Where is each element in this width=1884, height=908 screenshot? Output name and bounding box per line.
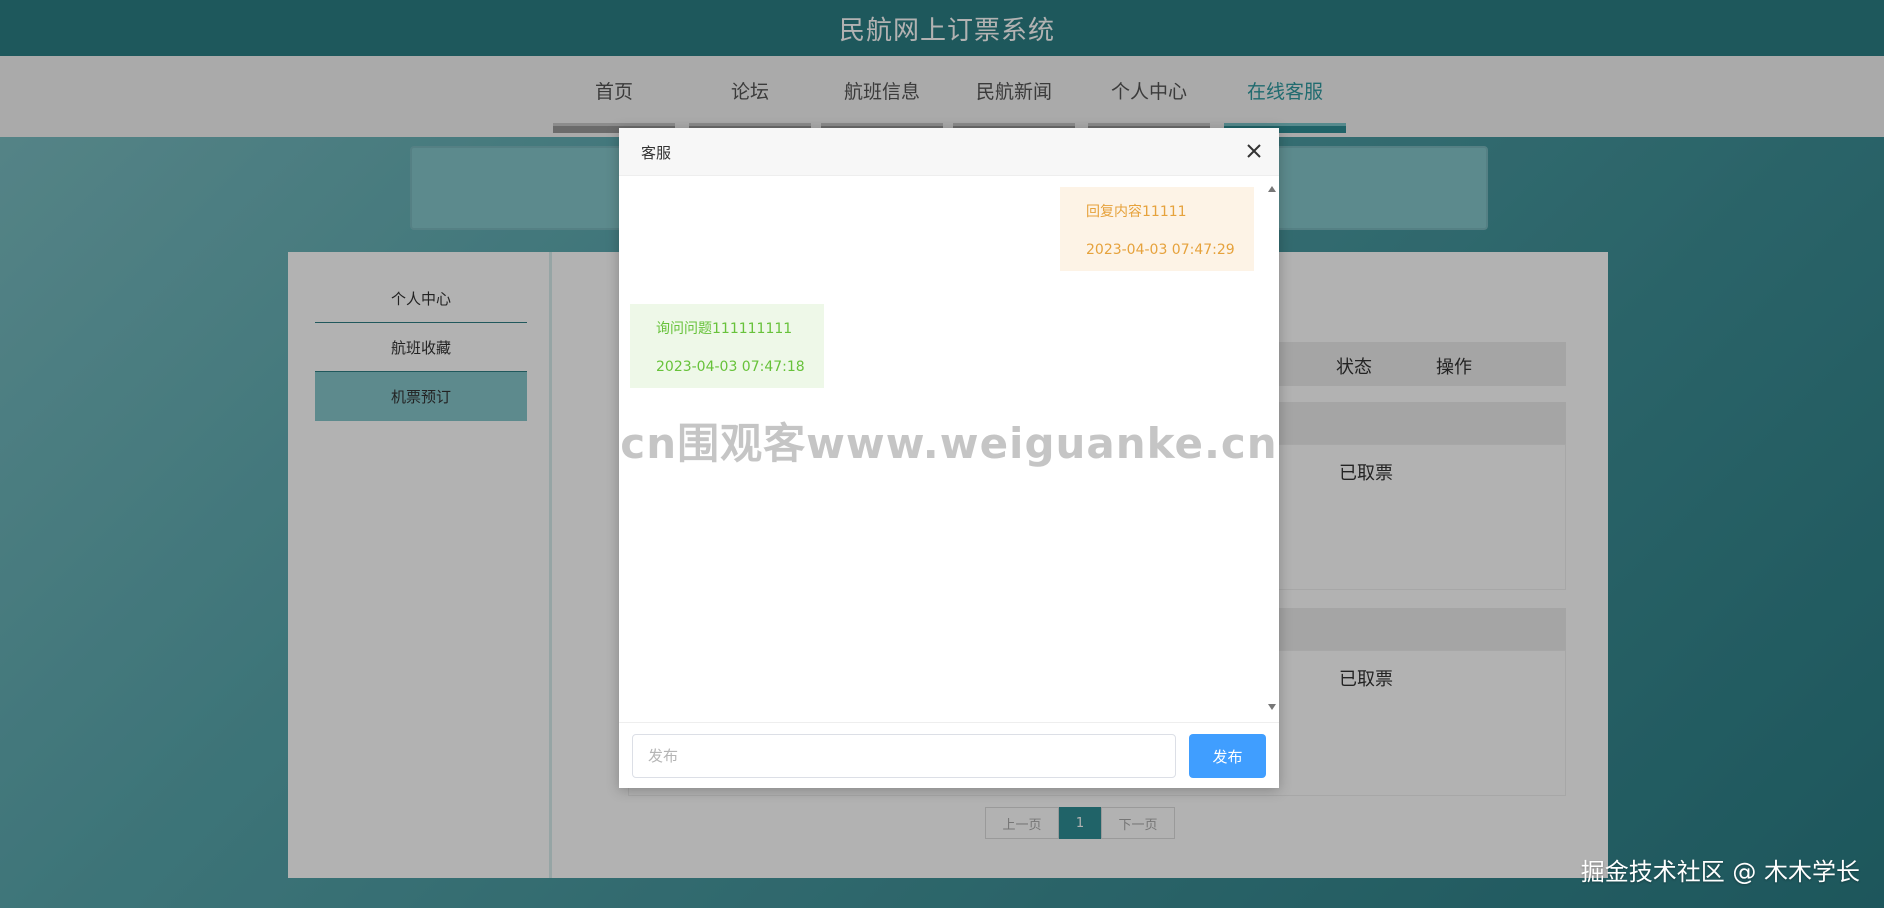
dialog-footer: 发布 xyxy=(619,722,1279,788)
scroll-down-arrow-icon[interactable] xyxy=(1268,704,1276,710)
message-text: 回复内容11111 xyxy=(1086,204,1187,220)
reply-message-bubble: 回复内容11111 2023-04-03 07:47:29 xyxy=(1060,187,1254,271)
chat-area[interactable]: 回复内容11111 2023-04-03 07:47:29 询问问题111111… xyxy=(619,176,1279,770)
dialog-header: 客服 xyxy=(619,128,1279,176)
close-icon xyxy=(1247,144,1261,158)
close-button[interactable] xyxy=(1243,140,1265,162)
message-time: 2023-04-03 07:47:29 xyxy=(1086,242,1235,258)
dialog-title: 客服 xyxy=(641,144,672,162)
message-text: 询问问题111111111 xyxy=(656,321,793,337)
message-input[interactable] xyxy=(632,734,1176,778)
message-time: 2023-04-03 07:47:18 xyxy=(656,359,805,375)
corner-credit: 掘金技术社区 @ 木木学长 xyxy=(1580,858,1860,886)
question-message-bubble: 询问问题111111111 2023-04-03 07:47:18 xyxy=(630,304,824,388)
send-button[interactable]: 发布 xyxy=(1189,734,1266,778)
watermark-text: cn围观客www.weiguanke.cn xyxy=(620,418,1278,468)
scroll-up-arrow-icon[interactable] xyxy=(1268,186,1276,192)
